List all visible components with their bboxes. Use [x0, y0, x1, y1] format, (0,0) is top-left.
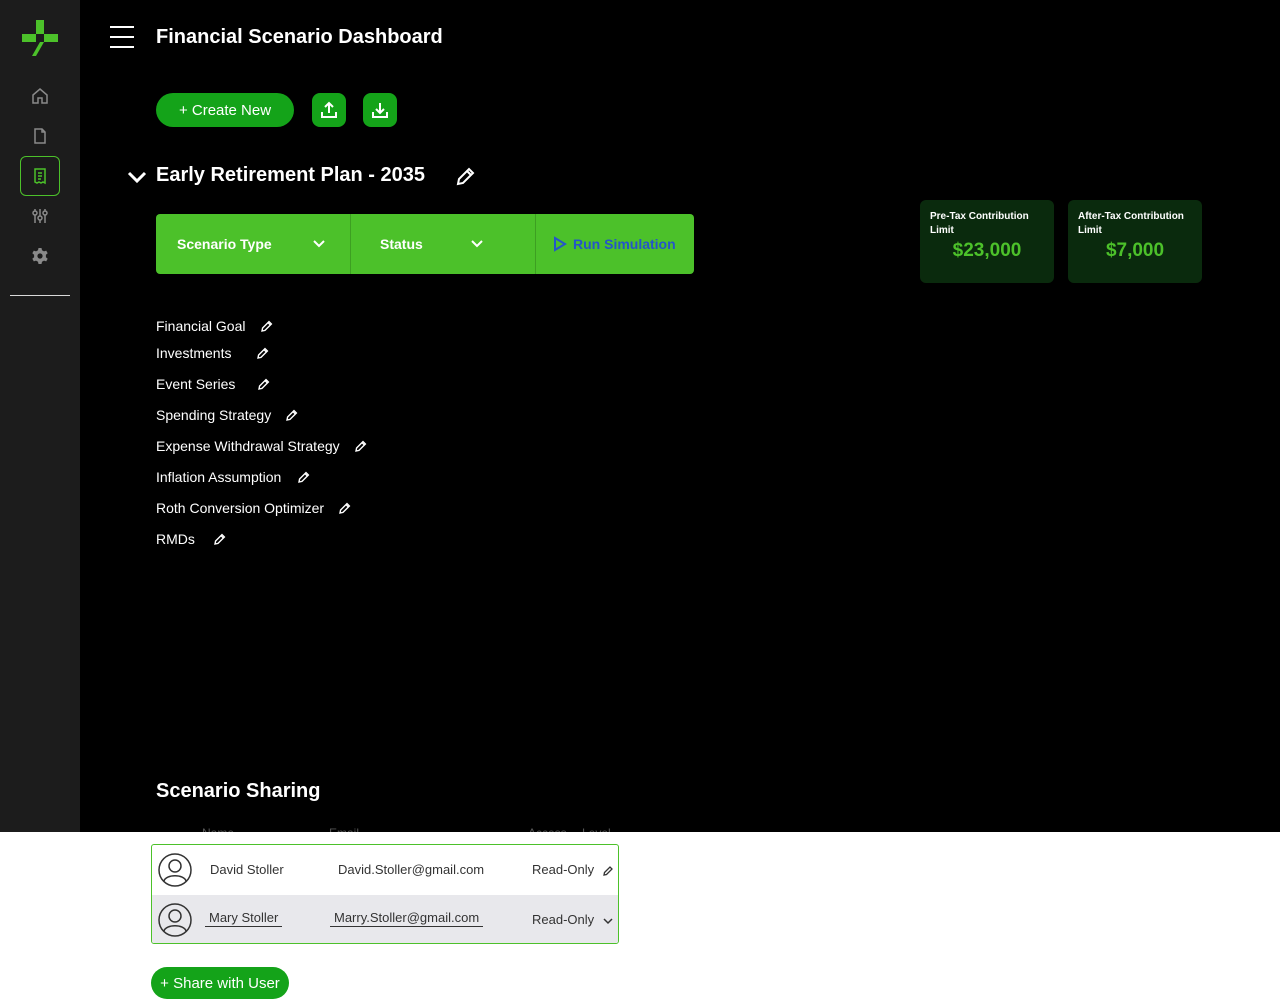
pencil-icon[interactable]: [256, 346, 270, 360]
home-icon: [32, 88, 48, 104]
status-label: Status: [380, 236, 423, 252]
avatar-icon: [158, 853, 192, 887]
status-select[interactable]: Status: [351, 214, 535, 274]
sidebar-item-settings[interactable]: [20, 236, 60, 276]
play-icon: [554, 236, 567, 252]
section-rmds[interactable]: RMDs: [156, 531, 227, 547]
run-simulation-button[interactable]: Run Simulation: [536, 214, 694, 274]
download-button[interactable]: [363, 93, 397, 127]
section-expense-withdrawal-strategy[interactable]: Expense Withdrawal Strategy: [156, 438, 368, 454]
section-label: Spending Strategy: [156, 407, 272, 423]
sidebar-item-scenarios[interactable]: [20, 156, 60, 196]
column-header-email: Email: [329, 826, 359, 832]
limit-value: $23,000: [952, 240, 1022, 261]
pencil-icon[interactable]: [602, 865, 614, 877]
pencil-icon[interactable]: [354, 439, 368, 453]
share-email: David.Stoller@gmail.com: [338, 862, 485, 877]
page-title: Financial Scenario Dashboard: [156, 26, 443, 48]
upload-button[interactable]: [312, 93, 346, 127]
section-financial-goal[interactable]: Financial Goal: [156, 318, 274, 334]
collapse-chevron-icon[interactable]: [126, 168, 148, 186]
section-investments[interactable]: Investments: [156, 345, 270, 361]
sharing-title: Scenario Sharing: [156, 780, 321, 802]
share-name: David Stoller: [210, 862, 284, 877]
table-row: Mary Stoller Marry.Stoller@gmail.com Rea…: [152, 895, 618, 943]
column-header-access: Access: [528, 826, 567, 832]
limit-label: Pre-Tax Contribution Limit: [930, 211, 1029, 236]
pre-tax-limit-card: Pre-Tax Contribution Limit $23,000: [920, 200, 1054, 283]
plus-logo-icon[interactable]: [20, 18, 60, 58]
scenario-type-label: Scenario Type: [177, 236, 272, 252]
sliders-icon: [32, 209, 48, 223]
sidebar-item-settings-sliders[interactable]: [20, 196, 60, 236]
run-simulation-label: Run Simulation: [573, 236, 676, 252]
section-inflation-assumption[interactable]: Inflation Assumption: [156, 469, 311, 485]
chevron-down-icon: [471, 240, 483, 248]
section-label: RMDs: [156, 531, 195, 547]
download-icon: [372, 103, 388, 118]
share-name-input[interactable]: Mary Stoller: [205, 910, 283, 927]
share-email-input[interactable]: Marry.Stoller@gmail.com: [330, 910, 484, 927]
section-roth-conversion-optimizer[interactable]: Roth Conversion Optimizer: [156, 500, 352, 516]
gear-icon: [32, 248, 48, 264]
pencil-icon[interactable]: [213, 532, 227, 546]
avatar-icon: [158, 903, 192, 937]
table-row: David Stoller David.Stoller@gmail.com Re…: [152, 845, 618, 895]
sidebar-divider: [10, 295, 70, 296]
after-tax-limit-card: After-Tax Contribution Limit $7,000: [1068, 200, 1202, 283]
sharing-table: David Stoller David.Stoller@gmail.com Re…: [151, 844, 619, 944]
chevron-down-icon[interactable]: [602, 915, 614, 927]
limit-label: After-Tax Contribution Limit: [1078, 211, 1184, 236]
sidebar-item-home[interactable]: [20, 76, 60, 116]
pencil-icon[interactable]: [285, 408, 299, 422]
scenario-title: Early Retirement Plan - 2035: [156, 164, 426, 186]
create-new-button[interactable]: + Create New: [156, 93, 294, 127]
edit-title-pencil-icon[interactable]: [454, 166, 476, 188]
upload-icon: [321, 101, 337, 118]
share-access-level-select[interactable]: Read-Only: [532, 912, 594, 927]
scenario-controls-bar: Scenario Type Status Run Simulation: [156, 214, 694, 274]
pencil-icon[interactable]: [338, 501, 352, 515]
pencil-icon[interactable]: [257, 377, 271, 391]
section-label: Inflation Assumption: [156, 469, 282, 485]
sidebar-item-documents[interactable]: [20, 116, 60, 156]
section-label: Investments: [156, 345, 232, 361]
share-access-level: Read-Only: [532, 862, 595, 877]
share-with-user-button[interactable]: + Share with User: [151, 967, 289, 999]
column-header-name: Name: [202, 826, 234, 832]
sidebar: [0, 0, 80, 832]
receipt-icon: [34, 168, 46, 185]
section-label: Expense Withdrawal Strategy: [156, 438, 340, 454]
section-label: Event Series: [156, 376, 236, 392]
document-icon: [34, 128, 46, 144]
section-label: Roth Conversion Optimizer: [156, 500, 325, 516]
chevron-down-icon: [313, 240, 325, 248]
pencil-icon[interactable]: [297, 470, 311, 484]
scenario-type-select[interactable]: Scenario Type: [156, 214, 350, 274]
column-header-level: Level: [582, 826, 611, 832]
section-spending-strategy[interactable]: Spending Strategy: [156, 407, 299, 423]
hamburger-icon[interactable]: [110, 26, 134, 48]
section-label: Financial Goal: [156, 318, 246, 334]
section-event-series[interactable]: Event Series: [156, 376, 271, 392]
pencil-icon[interactable]: [260, 319, 274, 333]
limit-value: $7,000: [1105, 240, 1165, 261]
